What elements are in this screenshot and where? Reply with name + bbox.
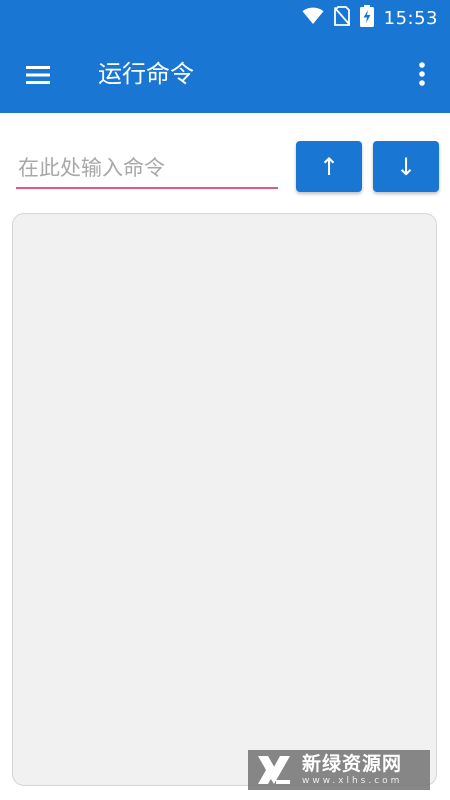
command-output-panel[interactable]: [12, 213, 437, 786]
more-vert-icon[interactable]: [412, 58, 432, 90]
no-sim-icon: [333, 6, 350, 30]
watermark-logo-icon: [258, 756, 290, 784]
history-down-button[interactable]: ↓: [373, 141, 439, 192]
command-input[interactable]: [16, 148, 278, 188]
app-toolbar: 运行命令: [0, 36, 450, 113]
watermark-text: 新绿资源网 www.xlhs.com: [302, 752, 403, 786]
app-root: 15:53 运行命令 ↑ ↓: [0, 0, 450, 800]
command-input-underline: [16, 187, 278, 189]
history-up-button[interactable]: ↑: [296, 141, 362, 192]
toolbar-title: 运行命令: [98, 60, 194, 88]
status-time: 15:53: [383, 7, 438, 29]
site-watermark: 新绿资源网 www.xlhs.com: [248, 750, 430, 790]
arrow-down-icon: ↓: [395, 152, 417, 181]
arrow-up-icon: ↑: [318, 152, 340, 181]
watermark-title: 新绿资源网: [302, 752, 403, 775]
status-bar: 15:53: [0, 0, 450, 36]
battery-charging-icon: [359, 5, 374, 31]
status-icons: 15:53: [302, 5, 438, 31]
watermark-url: www.xlhs.com: [302, 775, 403, 786]
wifi-icon: [302, 7, 324, 29]
command-input-container: [16, 148, 278, 192]
hamburger-menu-icon[interactable]: [22, 60, 54, 90]
